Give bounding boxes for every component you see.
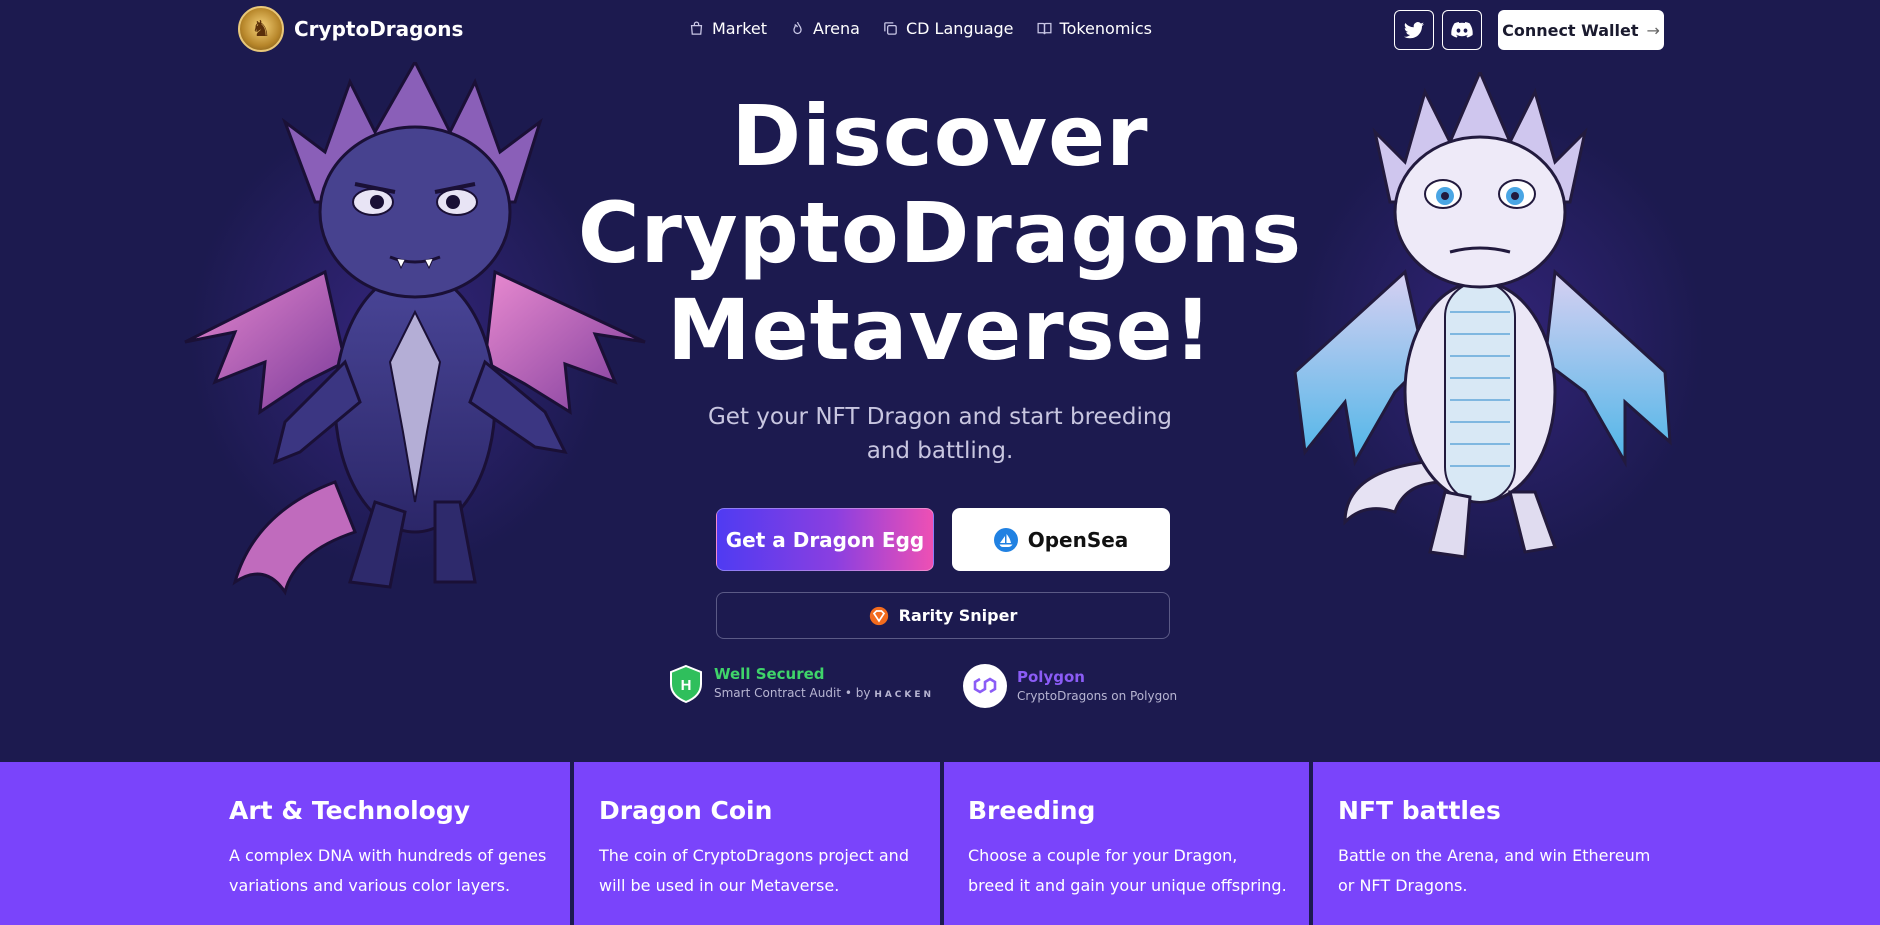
security-title: Well Secured [714, 665, 825, 683]
feature-text: The coin of CryptoDragons project and wi… [599, 846, 909, 895]
polygon-title: Polygon [1017, 668, 1085, 686]
book-icon [1037, 22, 1052, 35]
column-divider [1309, 762, 1313, 925]
column-divider [940, 762, 944, 925]
connect-wallet-button[interactable]: Connect Wallet → [1498, 10, 1664, 50]
discord-button[interactable] [1442, 10, 1482, 50]
polygon-badge[interactable]: Polygon CryptoDragons on Polygon [963, 664, 1177, 708]
flame-icon [793, 21, 802, 35]
nav-label: Arena [813, 19, 860, 38]
feature-title: Breeding [968, 796, 1096, 825]
feature-breeding: Breeding Choose a couple for your Dragon… [968, 792, 1288, 901]
nav-label: Tokenomics [1059, 19, 1152, 38]
brand[interactable]: ♞ CryptoDragons [238, 6, 463, 52]
feature-title: Dragon Coin [599, 796, 773, 825]
feature-dragon-coin: Dragon Coin The coin of CryptoDragons pr… [599, 792, 919, 901]
hero-section: ♞ CryptoDragons Market Arena CD Language… [0, 0, 1880, 762]
nav-item-cd-language[interactable]: CD Language [882, 19, 1014, 38]
nav-item-arena[interactable]: Arena [789, 19, 860, 38]
white-dragon-illustration [1293, 72, 1672, 559]
twitter-icon [1403, 22, 1425, 39]
get-dragon-egg-button[interactable]: Get a Dragon Egg [716, 508, 934, 571]
security-subtitle: Smart Contract Audit • by HACKEN [714, 686, 935, 700]
svg-text:H: H [681, 677, 692, 694]
rarity-sniper-icon [869, 606, 888, 625]
top-nav: ♞ CryptoDragons Market Arena CD Language… [0, 0, 1880, 60]
shopping-bag-icon [690, 21, 703, 35]
feature-text: Battle on the Arena, and win Ethereum or… [1338, 846, 1651, 895]
nav-label: Market [712, 19, 767, 38]
nav-item-tokenomics[interactable]: Tokenomics [1036, 19, 1152, 38]
arrow-right-icon: → [1646, 20, 1660, 40]
feature-art-technology: Art & Technology A complex DNA with hund… [229, 792, 549, 901]
opensea-label: OpenSea [1027, 527, 1129, 552]
by-text: by [855, 686, 871, 700]
rarity-sniper-label: Rarity Sniper [898, 606, 1018, 625]
discord-icon [1451, 22, 1473, 38]
opensea-button[interactable]: OpenSea [952, 508, 1170, 571]
column-divider [570, 762, 574, 925]
opensea-icon [993, 527, 1018, 552]
feature-text: A complex DNA with hundreds of genes var… [229, 846, 547, 895]
feature-title: NFT battles [1338, 796, 1501, 825]
hacken-logo: HACKEN [874, 690, 935, 700]
rarity-sniper-button[interactable]: Rarity Sniper [716, 592, 1170, 639]
security-badge[interactable]: H Well Secured Smart Contract Audit • by… [668, 664, 934, 704]
audit-text: Smart Contract Audit [714, 686, 842, 700]
main-menu: Market Arena CD Language Tokenomics [688, 19, 1152, 38]
feature-title: Art & Technology [229, 796, 471, 825]
polygon-subtitle: CryptoDragons on Polygon [1017, 689, 1178, 703]
nav-label: CD Language [905, 19, 1014, 38]
headline-line-3: Metaverse! [667, 281, 1213, 379]
feature-nft-battles: NFT battles Battle on the Arena, and win… [1338, 792, 1658, 901]
shield-icon: H [670, 664, 702, 704]
twitter-button[interactable] [1394, 10, 1434, 50]
polygon-icon [963, 664, 1007, 708]
hero-subtitle: Get your NFT Dragon and start breeding a… [707, 404, 1173, 464]
hero-headline: Discover CryptoDragons Metaverse! [560, 88, 1320, 379]
nav-item-market[interactable]: Market [688, 19, 767, 38]
headline-line-2: CryptoDragons [577, 184, 1303, 282]
connect-wallet-label: Connect Wallet [1502, 20, 1639, 40]
headline-line-1: Discover [731, 87, 1149, 185]
copy-icon [884, 22, 897, 35]
feature-text: Choose a couple for your Dragon, breed i… [968, 846, 1287, 895]
brand-name: CryptoDragons [294, 17, 464, 41]
dragon-logo-icon: ♞ [238, 6, 284, 52]
